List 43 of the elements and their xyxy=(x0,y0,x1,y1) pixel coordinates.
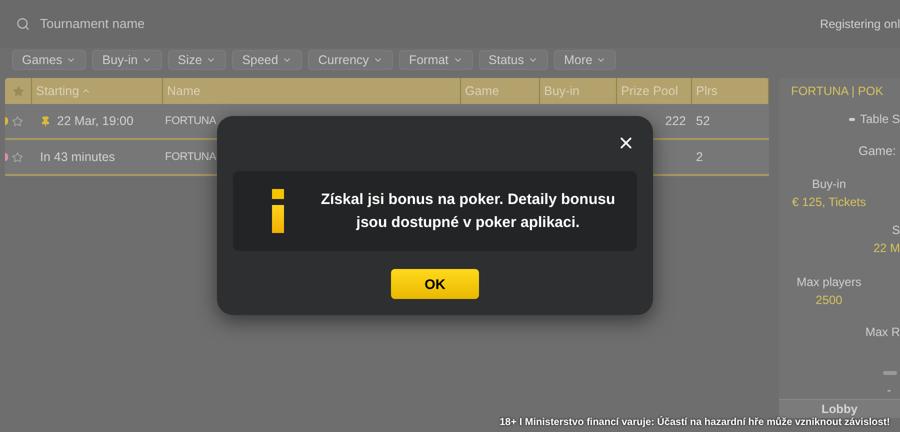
filter-dropdown[interactable]: Buy-in xyxy=(92,50,162,70)
gambling-warning: 18+ I Ministerstvo financí varuje: Účastí na hazardní hře může vzniknout závislost! xyxy=(500,416,890,430)
column-header[interactable]: Buy-in xyxy=(544,82,580,100)
field-value: 2500 xyxy=(816,292,842,309)
filter-dropdown[interactable]: Size xyxy=(168,50,226,70)
table-cell-text: 52 xyxy=(696,112,710,130)
filter-dropdown[interactable]: Games xyxy=(12,50,86,70)
search-icon xyxy=(16,17,30,31)
filter-dropdown[interactable]: Currency xyxy=(308,50,393,70)
dash-text: - xyxy=(887,382,891,399)
tournament-title: FORTUNA | POK xyxy=(790,83,884,100)
info-icon xyxy=(272,189,284,233)
filter-dropdown[interactable]: Format xyxy=(398,50,473,70)
dash-icon xyxy=(848,118,855,120)
favorite-star-icon[interactable] xyxy=(12,116,23,126)
ok-button[interactable]: OK xyxy=(391,269,479,299)
column-header[interactable]: Name xyxy=(167,82,200,100)
favorite-star-icon[interactable] xyxy=(12,152,23,162)
table-cell-text: FORTUNA xyxy=(165,150,216,165)
filter-dropdown[interactable]: Speed xyxy=(232,50,302,70)
field-label: S xyxy=(892,222,900,239)
filter-dropdown[interactable]: Status xyxy=(478,50,548,70)
field-value: 22 M xyxy=(873,240,900,257)
star-icon xyxy=(12,86,24,96)
field-label: Max R xyxy=(865,324,900,341)
table-cell-text: FORTUNA xyxy=(165,114,216,129)
dialog-message: Získal jsi bonus na poker. Detaily bonusu jsou dostupné v poker aplikaci. xyxy=(320,190,616,233)
field-label: Buy-in xyxy=(812,176,846,193)
filter-dropdown[interactable]: More xyxy=(554,50,616,70)
column-header[interactable]: Game xyxy=(465,82,500,100)
table-cell-text: In 43 minutes xyxy=(40,148,116,166)
table-cell-text: 2 xyxy=(696,148,703,166)
table-cell-text: 222 xyxy=(665,112,686,130)
field-label: Max players xyxy=(796,274,862,291)
column-header[interactable]: Prize Pool xyxy=(621,82,678,100)
field-value: € 125, Tickets xyxy=(792,194,866,211)
lobby-button[interactable]: Lobby xyxy=(779,398,900,418)
column-header[interactable]: Plrs xyxy=(696,82,718,100)
column-header[interactable]: Starting xyxy=(36,82,92,100)
table-cell-text: 22 Mar, 19:00 xyxy=(57,112,134,130)
game-label: Game: xyxy=(858,143,897,160)
registering-filter[interactable]: Registering onl xyxy=(820,15,900,33)
table-label: Table S xyxy=(860,111,900,128)
